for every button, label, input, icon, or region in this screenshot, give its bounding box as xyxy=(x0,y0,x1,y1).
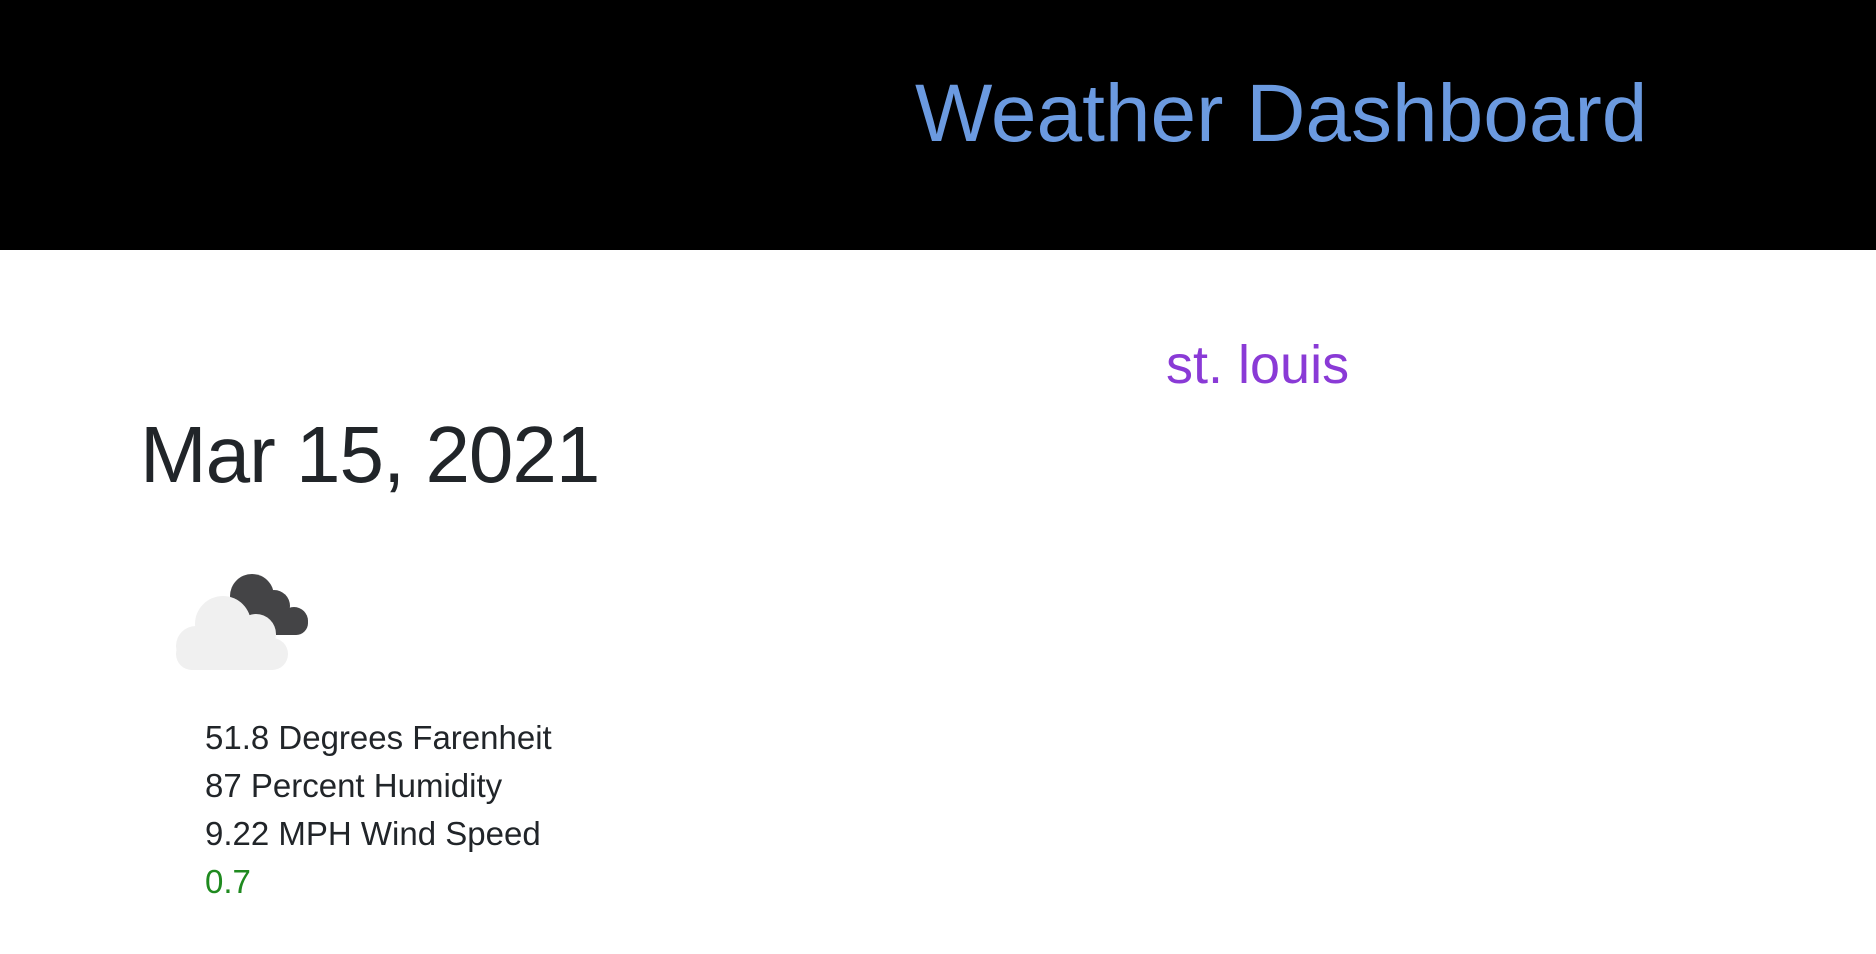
uv-index-reading: 0.7 xyxy=(205,863,251,900)
humidity-reading: 87 Percent Humidity xyxy=(205,767,503,804)
weather-stats-list: 51.8 Degrees Farenheit 87 Percent Humidi… xyxy=(205,714,552,906)
city-name: st. louis xyxy=(1166,335,1350,395)
temperature-reading: 51.8 Degrees Farenheit xyxy=(205,719,552,756)
header-bar: Weather Dashboard xyxy=(0,0,1876,250)
page-title: Weather Dashboard xyxy=(915,68,1648,159)
cloudy-icon xyxy=(168,566,316,672)
wind-speed-reading: 9.22 MPH Wind Speed xyxy=(205,815,541,852)
current-date: Mar 15, 2021 xyxy=(140,410,600,499)
